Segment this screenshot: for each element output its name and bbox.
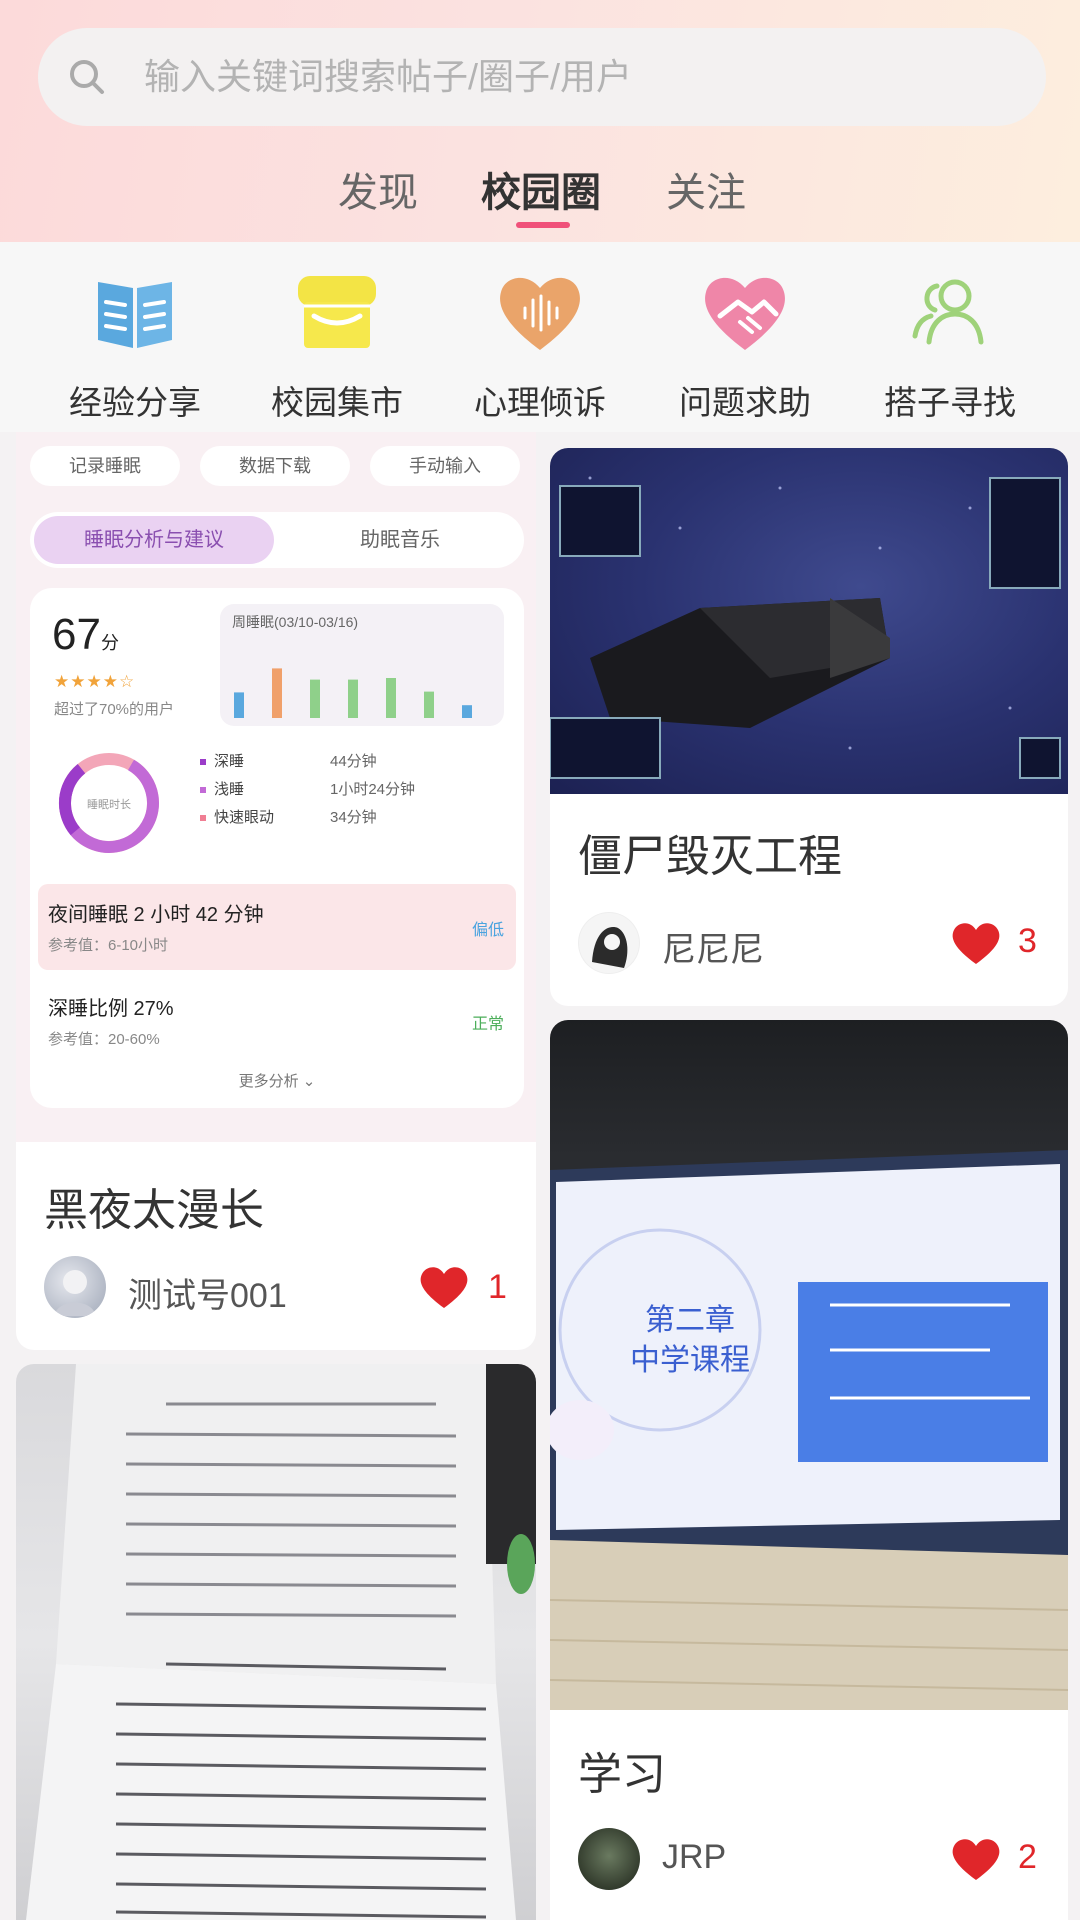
svg-text:第二章: 第二章 [645,1303,735,1338]
people-icon [912,279,984,345]
heart-icon[interactable] [418,1264,470,1310]
sleep-ring-chart: 睡眠时长 [58,753,159,853]
weekly-bar [272,668,282,718]
category-label: 校园集市 [271,384,403,421]
category-psych-talk[interactable]: 心理倾诉 [450,266,630,426]
more-analysis: 更多分析 ⌄ [238,1073,316,1090]
category-find-partner[interactable]: 搭子寻找 [860,266,1040,426]
chip: 数据下载 [200,446,350,486]
legend-rem: 快速眼动 34分钟 [200,806,377,827]
active-tab-indicator [516,222,570,228]
post-image-laptop-lesson[interactable]: 第二章 中学课程 [550,1020,1068,1710]
svg-text:中学课程: 中学课程 [630,1343,750,1378]
category-label: 搭子寻找 [884,384,1016,421]
post-card-3[interactable]: 学习 JRP 2 [550,1710,1068,1920]
post-image-document[interactable] [16,1364,536,1920]
post-card-1[interactable]: 黑夜太漫长 测试号001 1 [16,1142,536,1350]
weekly-bar [462,705,472,718]
post-card-2[interactable]: 僵尸毁灭工程 尼尼尼 3 [550,794,1068,1006]
sleep-score: 67分 [52,610,119,659]
heart-voice-icon [500,277,580,350]
legend-deep: 深睡 44分钟 [200,750,377,771]
like-count: 1 [488,1268,507,1306]
night-sleep-row: 夜间睡眠 2 小时 42 分钟 参考值：6-10小时 偏低 [38,884,516,970]
post-image-sleep-analysis[interactable]: 记录睡眠 数据下载 手动输入 睡眠分析与建议 助眠音乐 67分 ★★★★☆ 超过… [16,432,536,1142]
top-header: 输入关键词搜索帖子/圈子/用户 发现 校园圈 关注 [0,0,1080,242]
category-row: 经验分享 校园集市 心理倾诉 问题求助 搭子寻找 [0,242,1080,432]
like-count: 3 [1018,922,1037,960]
heart-icon[interactable] [950,920,1002,966]
category-label: 问题求助 [679,384,811,421]
avatar[interactable] [578,1828,640,1890]
author-name[interactable]: 尼尼尼 [662,922,764,971]
category-label: 心理倾诉 [474,384,606,421]
weekly-bar [234,692,244,718]
post-title: 黑夜太漫长 [44,1186,264,1235]
rating-stars: ★★★★☆ [54,672,136,691]
chip: 记录睡眠 [30,446,180,486]
tab-discover[interactable]: 发现 [338,160,418,218]
author-name[interactable]: 测试号001 [128,1268,287,1317]
weekly-sleep-chart: 周睡眠(03/10-03/16) [220,604,504,726]
search-input[interactable]: 输入关键词搜索帖子/圈子/用户 [144,28,632,126]
heart-icon[interactable] [950,1836,1002,1882]
post-image-game[interactable] [550,448,1068,794]
handshake-icon [705,277,785,350]
beat-text: 超过了70%的用户 [54,701,175,718]
segment-control: 睡眠分析与建议 助眠音乐 [30,512,524,568]
post-title: 学习 [578,1750,666,1799]
author-name[interactable]: JRP [662,1838,726,1877]
like-count: 2 [1018,1838,1037,1876]
legend-light: 浅睡 1小时24分钟 [200,778,415,799]
segment-sleep-analysis: 睡眠分析与建议 [34,516,274,564]
avatar[interactable] [44,1256,106,1318]
avatar[interactable] [578,912,640,974]
weekly-bar [348,679,358,718]
category-campus-market[interactable]: 校园集市 [247,266,427,426]
segment-sleep-music: 助眠音乐 [360,529,440,551]
search-icon [70,60,104,94]
deep-sleep-row: 深睡比例 27% 参考值：20-60% 正常 [48,998,504,1048]
category-experience-share[interactable]: 经验分享 [45,266,225,426]
category-help[interactable]: 问题求助 [655,266,835,426]
weekly-bar [310,679,320,718]
svg-text:睡眠时长: 睡眠时长 [87,798,131,811]
tab-following[interactable]: 关注 [666,160,746,218]
chip: 手动输入 [370,446,520,486]
shop-icon [298,276,376,348]
tab-bar: 发现 校园圈 关注 [0,150,1080,230]
search-bar[interactable]: 输入关键词搜索帖子/圈子/用户 [38,28,1046,126]
weekly-bars [234,668,472,718]
post-title: 僵尸毁灭工程 [578,832,842,881]
weekly-bar [424,691,434,718]
tab-campus-circle[interactable]: 校园圈 [481,160,601,218]
category-label: 经验分享 [69,384,201,421]
weekly-bar [386,678,396,718]
sleep-panel: 67分 ★★★★☆ 超过了70%的用户 周睡眠(03/10-03/16) 睡眠时… [30,588,524,1108]
book-icon [98,282,172,348]
